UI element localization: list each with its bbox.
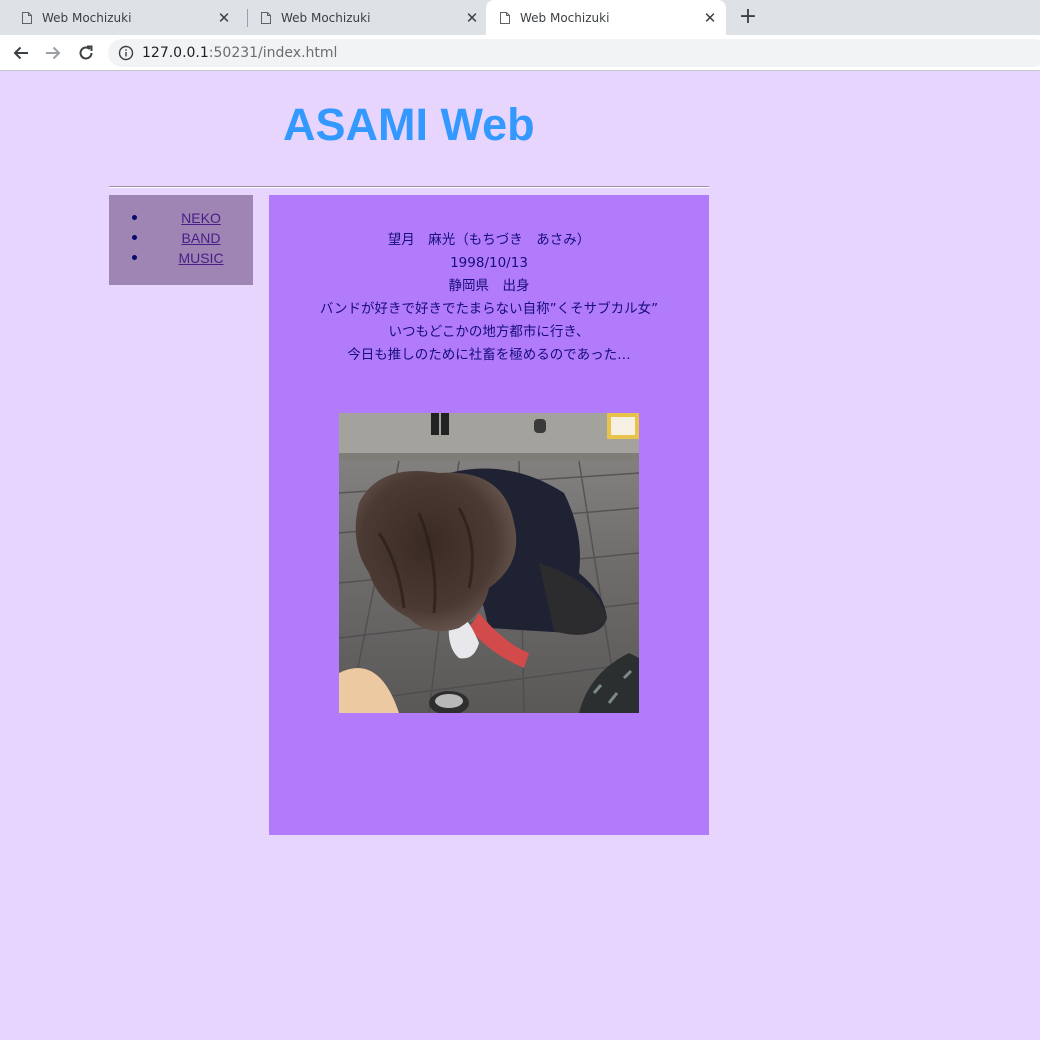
- site-title: ASAMI Web: [283, 99, 535, 150]
- address-bar[interactable]: 127.0.0.1:50231/index.html: [108, 39, 1040, 67]
- bullet-icon: [132, 215, 137, 220]
- bullet-icon: [132, 235, 137, 240]
- tab-strip: Web Mochizuki ✕ Web Mochizuki ✕ Web Moch…: [0, 0, 1040, 35]
- url-host: 127.0.0.1: [142, 45, 209, 61]
- tab-1[interactable]: Web Mochizuki ✕: [0, 0, 240, 35]
- close-icon[interactable]: ✕: [464, 9, 480, 27]
- nav-link-music[interactable]: MUSIC: [178, 250, 223, 266]
- reload-icon[interactable]: [75, 42, 97, 64]
- nav-link-band[interactable]: BAND: [182, 230, 221, 246]
- bullet-icon: [132, 255, 137, 260]
- profile-description-3: 今日も推しのために社畜を極めるのであった…: [347, 347, 631, 363]
- profile-description-2: いつもどこかの地方都市に行き、: [388, 324, 590, 340]
- nav-item-music: MUSIC: [109, 248, 253, 268]
- page-icon: [22, 11, 32, 24]
- url-path: :50231/index.html: [208, 45, 338, 61]
- nav-list: NEKO BAND MUSIC: [109, 195, 253, 268]
- profile-hometown: 静岡県 出身: [448, 278, 530, 294]
- profile-text: 望月 麻光（もちづき あさみ） 1998/10/13 静岡県 出身 バンドが好き…: [269, 229, 709, 367]
- profile-panel: 望月 麻光（もちづき あさみ） 1998/10/13 静岡県 出身 バンドが好き…: [269, 195, 709, 835]
- tab-title: Web Mochizuki: [520, 10, 610, 25]
- profile-name: 望月 麻光（もちづき あさみ）: [387, 232, 591, 248]
- profile-birthdate: 1998/10/13: [450, 255, 528, 271]
- tab-title: Web Mochizuki: [281, 10, 371, 25]
- browser-toolbar: 127.0.0.1:50231/index.html: [0, 35, 1040, 71]
- profile-description-1: バンドが好きで好きでたまらない自称”くそサブカル女”: [319, 301, 659, 317]
- profile-photo: [339, 413, 639, 713]
- close-icon[interactable]: ✕: [216, 9, 232, 27]
- page-icon: [261, 11, 271, 24]
- tab-title: Web Mochizuki: [42, 10, 132, 25]
- page-icon: [500, 11, 510, 24]
- tab-2[interactable]: Web Mochizuki ✕: [248, 0, 488, 35]
- new-tab-plus-icon[interactable]: +: [738, 6, 758, 28]
- nav-item-band: BAND: [109, 228, 253, 248]
- tab-3-active[interactable]: Web Mochizuki ✕: [486, 0, 726, 35]
- close-icon[interactable]: ✕: [702, 9, 718, 27]
- forward-arrow-icon[interactable]: [42, 42, 64, 64]
- sidebar-nav: NEKO BAND MUSIC: [109, 195, 253, 285]
- nav-item-neko: NEKO: [109, 208, 253, 228]
- nav-link-neko[interactable]: NEKO: [181, 210, 221, 226]
- horizontal-rule: [109, 186, 709, 188]
- info-icon[interactable]: [118, 45, 134, 61]
- back-arrow-icon[interactable]: [10, 42, 32, 64]
